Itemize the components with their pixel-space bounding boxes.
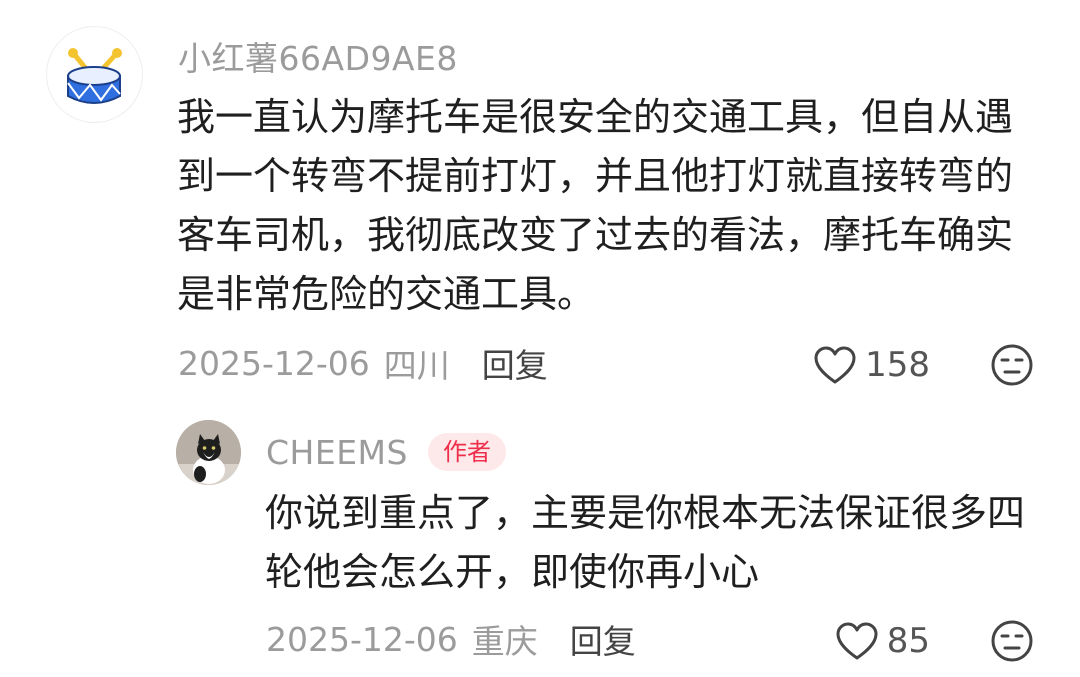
like-count: 85 bbox=[886, 621, 930, 661]
drum-icon bbox=[46, 26, 143, 123]
unhappy-face-icon bbox=[990, 343, 1034, 387]
like-button[interactable]: 158 bbox=[813, 345, 930, 385]
dislike-button[interactable] bbox=[990, 343, 1034, 387]
comment-actions: 85 bbox=[835, 616, 1034, 666]
heart-icon bbox=[835, 621, 879, 661]
avatar[interactable] bbox=[176, 420, 241, 485]
comment-location: 四川 bbox=[383, 346, 450, 385]
avatar[interactable] bbox=[46, 26, 143, 123]
comment-date: 2025-12-06 bbox=[178, 343, 370, 383]
author-badge: 作者 bbox=[427, 433, 506, 471]
like-button[interactable]: 85 bbox=[835, 621, 930, 661]
reply-text: 你说到重点了，主要是你根本无法保证很多四轮他会怎么开，即使你再小心 bbox=[265, 491, 1026, 594]
comment-date: 2025-12-06 bbox=[266, 619, 458, 659]
comment-location: 重庆 bbox=[471, 622, 538, 661]
heart-icon bbox=[813, 345, 857, 385]
comment-actions: 158 bbox=[813, 340, 1034, 390]
comment-item: 小红薯66AD9AE8 我一直认为摩托车是很安全的交通工具，但自从遇到一个转弯不… bbox=[0, 0, 1080, 410]
cat-avatar bbox=[176, 420, 241, 485]
comment-meta: 2025-12-06 重庆 回复 bbox=[266, 616, 636, 662]
reply-button[interactable]: 回复 bbox=[482, 339, 548, 387]
reply-item: CHEEMS 作者 你说到重点了，主要是你根本无法保证很多四轮他会怎么开，即使你… bbox=[0, 410, 1080, 677]
author-name[interactable]: CHEEMS bbox=[266, 433, 408, 472]
comment-meta: 2025-12-06 四川 回复 bbox=[178, 340, 548, 386]
like-count: 158 bbox=[865, 345, 930, 385]
author-name[interactable]: 小红薯66AD9AE8 bbox=[178, 32, 458, 80]
author-row: 小红薯66AD9AE8 bbox=[178, 36, 458, 78]
reply-button[interactable]: 回复 bbox=[570, 615, 636, 663]
unhappy-face-icon bbox=[990, 619, 1034, 663]
comment-text: 我一直认为摩托车是很安全的交通工具，但自从遇到一个转弯不提前打灯，并且他打灯就直… bbox=[177, 95, 1014, 316]
author-row: CHEEMS 作者 bbox=[266, 432, 506, 472]
dislike-button[interactable] bbox=[990, 619, 1034, 663]
